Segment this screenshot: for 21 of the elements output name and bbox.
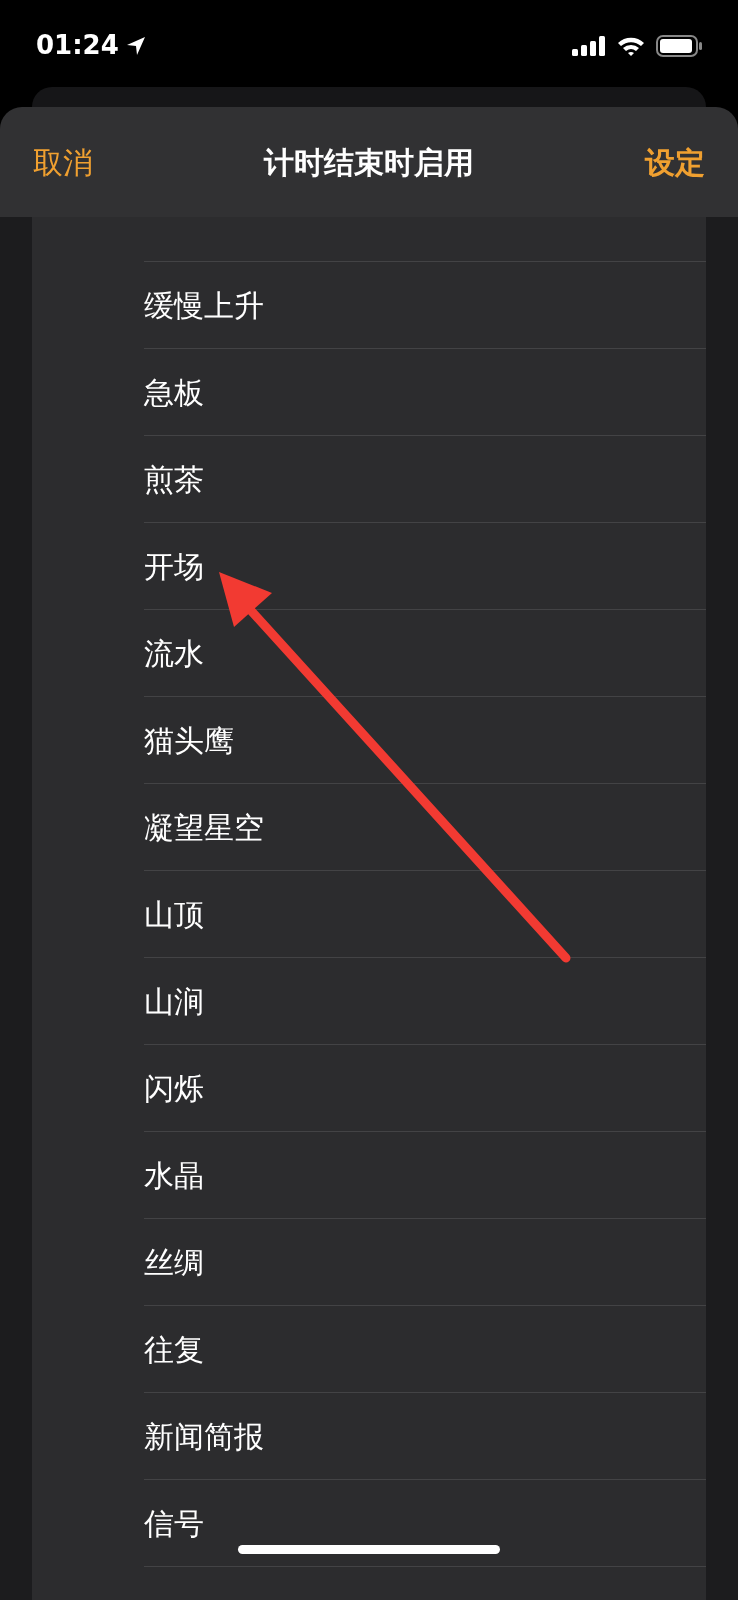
sound-option[interactable]: 急板 [144, 369, 204, 415]
sound-option[interactable]: 信号 [144, 1500, 204, 1546]
sound-option[interactable]: 闪烁 [144, 1065, 204, 1111]
sound-option[interactable]: 流水 [144, 630, 204, 676]
sound-option[interactable]: 猫头鹰 [144, 717, 234, 763]
cancel-button[interactable]: 取消 [33, 139, 93, 185]
sound-option[interactable]: 山涧 [144, 978, 204, 1024]
battery-icon [656, 34, 702, 57]
sound-option[interactable]: 开场 [144, 543, 204, 589]
sound-option[interactable]: 丝绸 [144, 1239, 204, 1285]
set-button[interactable]: 设定 [645, 139, 705, 185]
sound-option[interactable]: 水晶 [144, 1152, 204, 1198]
sound-option[interactable]: 山顶 [144, 891, 204, 937]
clock-time: 01:24 [36, 29, 119, 62]
sound-option[interactable]: 新闻简报 [144, 1413, 264, 1459]
signal-icon [572, 35, 606, 56]
sound-option[interactable]: 凝望星空 [144, 804, 264, 850]
sound-option[interactable]: 往复 [144, 1326, 204, 1372]
sound-option[interactable]: 缓慢上升 [144, 282, 264, 328]
sound-option[interactable]: 煎茶 [144, 456, 204, 502]
sheet-title: 计时结束时启用 [264, 143, 474, 182]
